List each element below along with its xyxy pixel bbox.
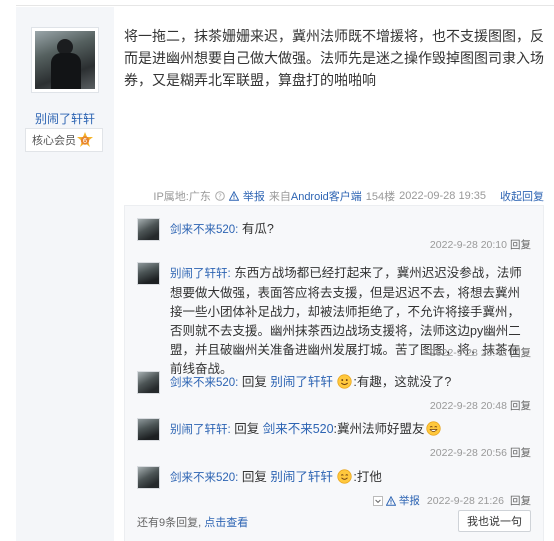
reply-author[interactable]: 剑来不来520: bbox=[170, 224, 238, 236]
reply-verb: 回复 bbox=[234, 422, 260, 436]
member-badge[interactable]: 核心会员 6 bbox=[25, 128, 103, 152]
reply-author[interactable]: 剑来不来520: bbox=[170, 472, 238, 484]
reply-item: 剑来不来520: 回复 别闹了轩轩 :打他 举报 2022-9-28 21:26… bbox=[137, 466, 537, 507]
reply-time: 2022-9-28 20:10 bbox=[429, 239, 507, 251]
reply-author[interactable]: 剑来不来520: bbox=[170, 377, 238, 389]
reply-avatar[interactable] bbox=[137, 262, 160, 285]
reply-text: 别闹了轩轩: 东西方战场都已经打起来了，冀州迟迟没参战，法师想要做大做强，表面答… bbox=[170, 264, 532, 379]
source-prefix: 来自 bbox=[268, 191, 291, 203]
svg-text:?: ? bbox=[218, 193, 222, 201]
level-badge-icon: 6 bbox=[77, 132, 93, 147]
client-link[interactable]: Android客户端 bbox=[291, 188, 362, 204]
reply-author[interactable]: 别闹了轩轩: bbox=[170, 268, 231, 280]
report-link[interactable]: 举报 bbox=[243, 188, 265, 204]
help-circle-icon[interactable]: ? bbox=[215, 191, 225, 201]
reply-verb: 回复 bbox=[241, 470, 267, 484]
reply-body: :打他 bbox=[353, 470, 382, 484]
reply-meta: 举报 2022-9-28 21:26 回复 bbox=[372, 493, 531, 508]
reply-text: 剑来不来520: 回复 别闹了轩轩 :有趣，这就没了? bbox=[170, 373, 532, 393]
reply-body: 有瓜? bbox=[241, 222, 274, 236]
avatar[interactable] bbox=[31, 27, 99, 93]
chevron-down-icon[interactable] bbox=[372, 495, 383, 506]
post-time: 2022-09-28 19:35 bbox=[399, 190, 486, 202]
reply-text: 别闹了轩轩: 回复 剑来不来520:冀州法师好盟友 bbox=[170, 420, 532, 440]
reply-panel: 剑来不来520: 有瓜? 2022-9-28 20:10 回复 别闹了轩轩: 东西… bbox=[124, 205, 544, 541]
reply-text: 剑来不来520: 回复 别闹了轩轩 :打他 bbox=[170, 468, 532, 488]
collapse-replies-link[interactable]: 收起回复 bbox=[500, 188, 544, 204]
reply-body: :冀州法师好盟友 bbox=[333, 422, 425, 436]
reply-item: 剑来不来520: 回复 别闹了轩轩 :有趣，这就没了? 2022-9-28 20… bbox=[137, 371, 537, 412]
reply-target[interactable]: 别闹了轩轩 bbox=[270, 375, 333, 389]
reply-meta: 2022-9-28 20:56 回复 bbox=[430, 445, 531, 460]
reply-body: :有趣，这就没了? bbox=[353, 375, 452, 389]
grin-emoji-icon bbox=[425, 421, 441, 436]
reply-item: 别闹了轩轩: 回复 剑来不来520:冀州法师好盟友 2022-9-28 20:5… bbox=[137, 418, 537, 459]
reply-time: 2022-9-28 21:26 bbox=[426, 494, 504, 507]
reply-time: 2022-9-28 20:48 bbox=[429, 400, 507, 412]
reply-target[interactable]: 剑来不来520 bbox=[263, 422, 334, 436]
membership-label: 核心会员 bbox=[32, 135, 76, 147]
avatar-image bbox=[35, 31, 95, 89]
reply-meta: 2022-9-28 20:48 回复 bbox=[430, 398, 531, 413]
more-replies-count: 还有9条回复, bbox=[137, 517, 202, 529]
view-more-link[interactable]: 点击查看 bbox=[204, 517, 248, 529]
top-divider bbox=[16, 0, 554, 6]
reply-button[interactable]: 回复 bbox=[510, 493, 531, 508]
smile-emoji-icon bbox=[337, 374, 352, 389]
reply-avatar[interactable] bbox=[137, 371, 160, 394]
ip-location: IP属地:广东 bbox=[153, 191, 211, 203]
reply-item: 剑来不来520: 有瓜? 2022-9-28 20:10 回复 bbox=[137, 218, 537, 251]
smile-emoji-icon bbox=[337, 469, 352, 484]
report-link[interactable]: 举报 bbox=[399, 493, 420, 508]
more-replies: 还有9条回复, 点击查看 bbox=[137, 514, 248, 530]
reply-button[interactable]: 回复 bbox=[510, 447, 531, 459]
author-name[interactable]: 别闹了轩轩 bbox=[16, 110, 114, 127]
post-content: 将一拖二，抹茶姗姗来迟，冀州法师既不增援将，也不支援图图，反而是进幽州想要自己做… bbox=[124, 28, 544, 88]
post-meta: IP属地:广东 ? 举报 来自 Android客户端 154楼 2022-09-2… bbox=[124, 188, 544, 204]
reply-button[interactable]: 回复 bbox=[510, 400, 531, 412]
level-number: 6 bbox=[83, 137, 88, 145]
reply-meta: 2022-9-28 20:42 回复 bbox=[430, 345, 531, 360]
reply-avatar[interactable] bbox=[137, 418, 160, 441]
reply-button[interactable]: 回复 bbox=[510, 347, 531, 359]
reply-avatar[interactable] bbox=[137, 218, 160, 241]
warning-icon bbox=[228, 191, 239, 201]
floor-number: 154楼 bbox=[365, 191, 396, 203]
reply-time: 2022-9-28 20:56 bbox=[429, 447, 507, 459]
reply-author[interactable]: 别闹了轩轩: bbox=[170, 424, 231, 436]
reply-button[interactable]: 回复 bbox=[510, 239, 531, 251]
reply-verb: 回复 bbox=[241, 375, 267, 389]
reply-meta: 2022-9-28 20:10 回复 bbox=[430, 237, 531, 252]
reply-target[interactable]: 别闹了轩轩 bbox=[270, 470, 333, 484]
author-sidebar: 别闹了轩轩 核心会员 6 bbox=[16, 7, 114, 541]
reply-time: 2022-9-28 20:42 bbox=[429, 347, 507, 359]
reply-item: 别闹了轩轩: 东西方战场都已经打起来了，冀州迟迟没参战，法师想要做大做强，表面答… bbox=[137, 262, 537, 376]
reply-avatar[interactable] bbox=[137, 466, 160, 489]
reply-compose-button[interactable]: 我也说一句 bbox=[458, 510, 531, 532]
warning-icon bbox=[385, 495, 396, 506]
